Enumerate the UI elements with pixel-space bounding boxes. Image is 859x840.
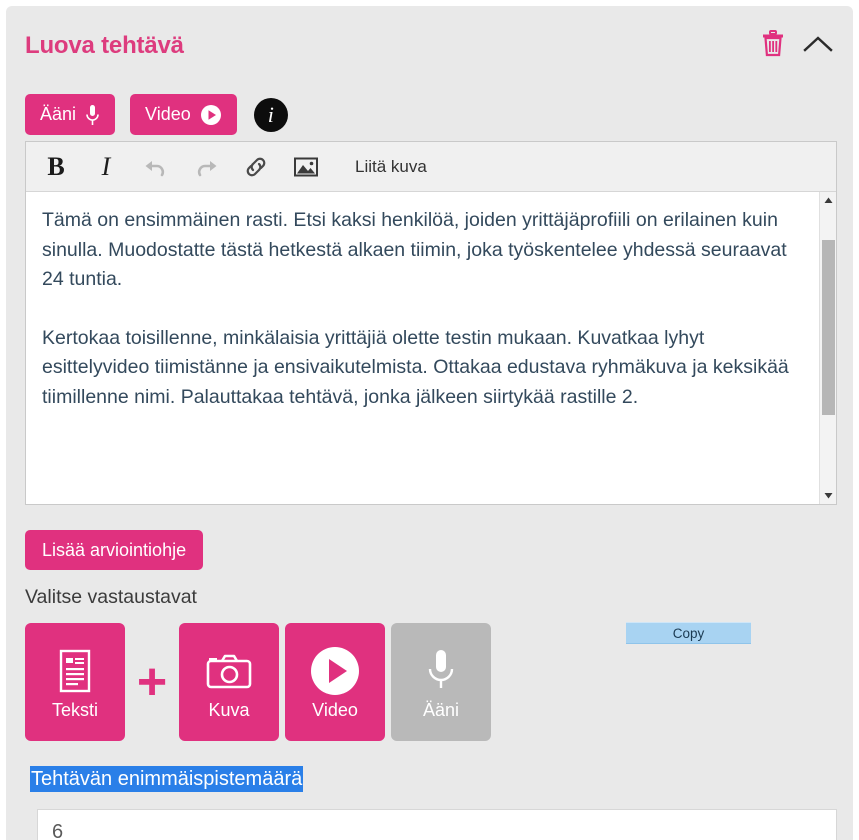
response-tile-kuva[interactable]: Kuva: [179, 623, 279, 741]
video-button-label: Video: [145, 104, 191, 124]
points-input[interactable]: [37, 809, 837, 840]
editor-scrollbar[interactable]: [819, 192, 836, 504]
editor-paragraph: Kertokaa toisillenne, minkälaisia yrittä…: [42, 326, 789, 408]
response-tile-label: Ääni: [422, 699, 460, 720]
screenshot-root: Luova tehtävä Ääni Video i B I Liitä kuv…: [0, 0, 859, 840]
bold-button[interactable]: B: [43, 152, 69, 182]
play-circle-icon: [200, 104, 222, 126]
image-icon[interactable]: [293, 152, 319, 182]
points-field-label: Tehtävän enimmäispistemäärä: [30, 766, 304, 792]
response-type-tiles: Teksti + Kuva Video Ääni: [25, 623, 491, 741]
task-card: Luova tehtävä Ääni Video i B I Liitä kuv…: [6, 6, 853, 840]
tile-separator-plus: +: [136, 652, 168, 711]
header-actions: [761, 30, 833, 57]
editor-toolbar: B I Liitä kuva: [26, 142, 836, 192]
editor-content[interactable]: Tämä on ensimmäinen rasti. Etsi kaksi he…: [26, 192, 826, 412]
audio-button[interactable]: Ääni: [25, 94, 116, 135]
response-tile-aani[interactable]: Ääni: [391, 623, 491, 741]
page-title: Luova tehtävä: [25, 32, 184, 59]
scrollbar-thumb[interactable]: [822, 240, 835, 415]
info-icon[interactable]: i: [253, 97, 288, 132]
response-tile-teksti[interactable]: Teksti: [25, 623, 125, 741]
insert-image-label[interactable]: Liitä kuva: [349, 156, 433, 178]
scroll-up-arrow-icon[interactable]: [820, 192, 836, 209]
context-menu-copy[interactable]: Copy: [626, 622, 751, 644]
trash-icon[interactable]: [761, 30, 785, 57]
italic-button[interactable]: I: [93, 152, 119, 182]
response-tile-label: Teksti: [51, 699, 98, 720]
link-icon[interactable]: [243, 152, 269, 182]
editor-body[interactable]: Tämä on ensimmäinen rasti. Etsi kaksi he…: [26, 192, 836, 504]
response-tile-label: Video: [312, 699, 358, 720]
response-types-label: Valitse vastaustavat: [25, 586, 197, 608]
play-circle-icon: [309, 644, 361, 698]
info-icon-glyph: i: [267, 101, 274, 127]
editor-paragraph: Tämä on ensimmäinen rasti. Etsi kaksi he…: [42, 209, 787, 290]
media-buttons-row: Ääni Video i: [25, 94, 288, 135]
rich-text-editor: B I Liitä kuva Tämä on ensimmäinen rasti…: [25, 141, 837, 505]
response-tile-label: Kuva: [208, 699, 250, 720]
undo-arrow-icon[interactable]: [143, 152, 169, 182]
camera-icon: [206, 644, 252, 698]
chevron-up-icon[interactable]: [803, 34, 833, 54]
scroll-down-arrow-icon[interactable]: [820, 487, 836, 504]
add-rubric-button[interactable]: Lisää arviointiohje: [25, 530, 204, 570]
video-button[interactable]: Video: [130, 94, 237, 135]
redo-arrow-icon[interactable]: [193, 152, 219, 182]
response-tile-video[interactable]: Video: [285, 623, 385, 741]
microphone-icon: [426, 644, 456, 698]
card-header: Luova tehtävä: [6, 6, 853, 78]
microphone-icon: [85, 104, 100, 126]
audio-button-label: Ääni: [40, 104, 77, 124]
document-text-icon: [57, 644, 93, 698]
